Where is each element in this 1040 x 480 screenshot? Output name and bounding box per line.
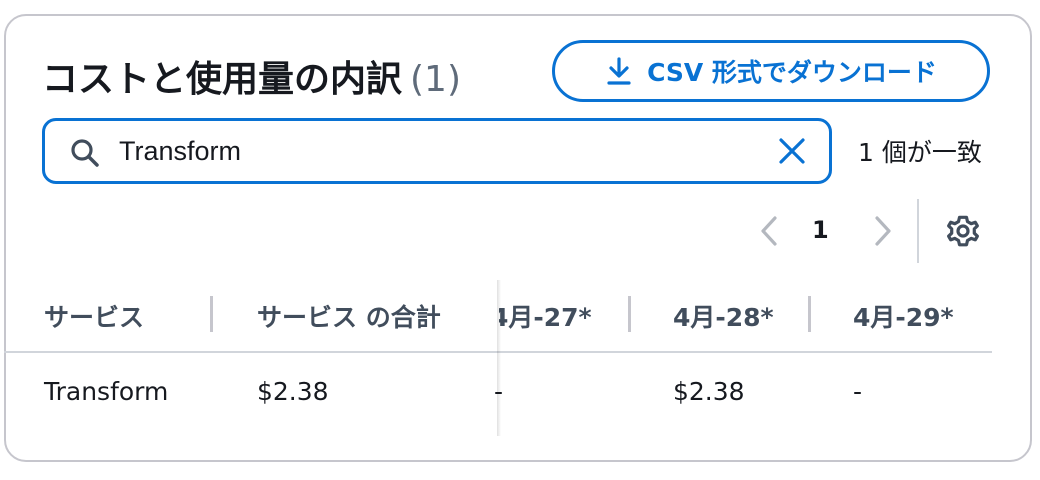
search-input[interactable] <box>119 131 759 171</box>
download-csv-label: CSV 形式でダウンロード <box>647 58 937 87</box>
column-resizer[interactable] <box>628 296 631 332</box>
title-count: (1) <box>410 59 462 100</box>
column-resizer[interactable] <box>210 296 213 332</box>
search-icon <box>69 137 101 173</box>
cell-service-total: $2.38 <box>257 377 329 406</box>
current-page-number[interactable]: 1 <box>812 216 829 244</box>
download-icon <box>605 56 633 86</box>
column-header-service-total[interactable]: サービス の合計 <box>257 298 441 334</box>
chevron-right-icon[interactable] <box>869 214 895 252</box>
column-header-apr-28[interactable]: 4月-28* <box>673 298 774 334</box>
pagination-divider <box>917 199 919 263</box>
title-text: コストと使用量の内訳 <box>42 59 403 100</box>
sticky-column-shadow <box>497 280 501 436</box>
chevron-left-icon[interactable] <box>757 214 783 252</box>
column-resizer[interactable] <box>808 296 811 332</box>
cell-apr-29: - <box>853 377 863 406</box>
search-field[interactable] <box>42 118 832 184</box>
cell-apr-28: $2.38 <box>673 377 745 406</box>
match-count: 1 個が一致 <box>858 138 982 167</box>
cell-service: Transform <box>44 377 169 406</box>
gear-icon[interactable] <box>944 212 982 254</box>
column-header-apr-29[interactable]: 4月-29* <box>853 298 954 334</box>
column-header-apr-27[interactable]: 4月-27* <box>499 298 592 334</box>
close-icon[interactable] <box>777 136 807 170</box>
column-header-service[interactable]: サービス <box>44 298 144 334</box>
page-title: コストと使用量の内訳 (1) <box>42 50 461 102</box>
download-csv-button[interactable]: CSV 形式でダウンロード <box>552 40 990 102</box>
